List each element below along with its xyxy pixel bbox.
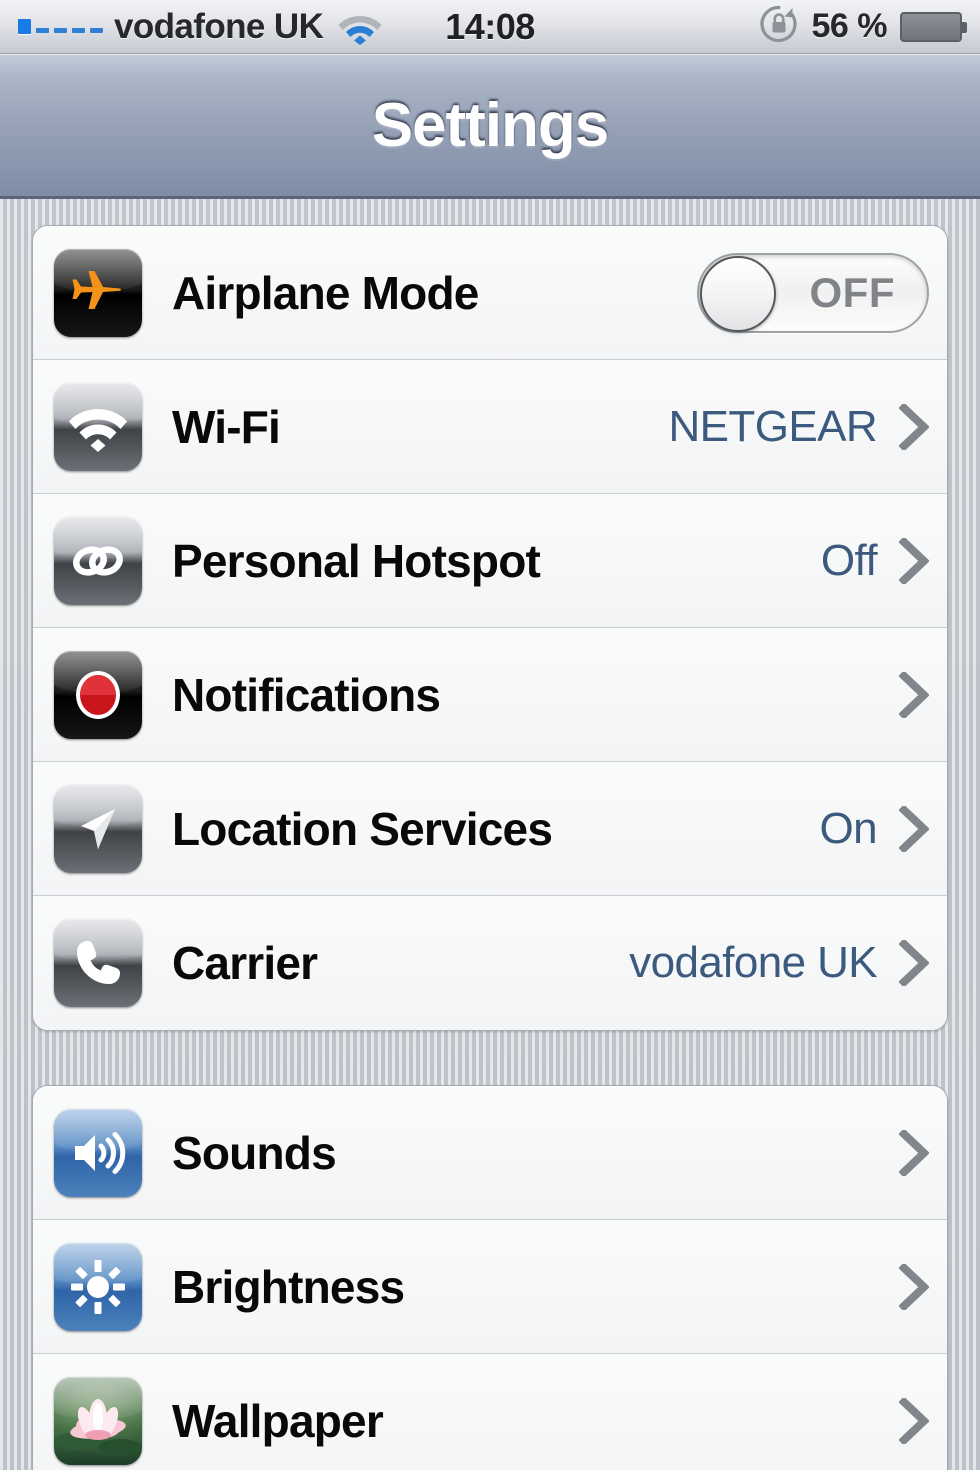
settings-row-wallpaper[interactable]: Wallpaper xyxy=(33,1354,947,1470)
display-group: Sounds Brightness Wallpaper xyxy=(32,1085,948,1470)
chevron-right-icon xyxy=(898,803,930,854)
iphone-settings-screen: vodafone UK 14:08 56 % Settings Airplane… xyxy=(0,0,980,1470)
settings-row-wifi[interactable]: Wi-Fi NETGEAR xyxy=(33,360,947,494)
connectivity-group: Airplane Mode OFF Wi-Fi NETGEAR Personal… xyxy=(32,225,948,1031)
status-bar-left: vodafone UK xyxy=(18,7,383,47)
signal-bars-icon xyxy=(18,19,103,34)
chevron-right-icon xyxy=(898,535,930,586)
settings-row-airplane-mode[interactable]: Airplane Mode OFF xyxy=(33,226,947,360)
settings-row-label: Carrier xyxy=(172,937,318,989)
settings-row-label: Sounds xyxy=(172,1126,337,1179)
settings-row-detail: vodafone UK xyxy=(629,938,877,987)
settings-row-detail: NETGEAR xyxy=(668,401,878,451)
settings-list: Airplane Mode OFF Wi-Fi NETGEAR Personal… xyxy=(0,199,980,1470)
phone-handset-icon xyxy=(54,919,142,1007)
settings-row-label: Personal Hotspot xyxy=(172,534,541,587)
rotation-lock-icon xyxy=(759,4,799,49)
status-bar-clock: 14:08 xyxy=(445,5,535,47)
settings-row-label: Brightness xyxy=(172,1260,405,1313)
chevron-right-icon xyxy=(898,1261,930,1312)
water-lily-photo-icon xyxy=(54,1377,142,1465)
battery-percent-label: 56 % xyxy=(811,7,888,45)
status-bar-right: 56 % xyxy=(759,4,967,49)
location-arrow-icon xyxy=(54,784,142,873)
chevron-right-icon xyxy=(898,1127,930,1178)
wifi-icon xyxy=(337,9,383,45)
battery-icon xyxy=(900,11,967,42)
settings-row-brightness[interactable]: Brightness xyxy=(33,1220,947,1354)
chevron-right-icon xyxy=(898,669,930,720)
settings-row-carrier[interactable]: Carrier vodafone UK xyxy=(33,896,947,1030)
navigation-bar: Settings xyxy=(0,54,980,199)
chevron-right-icon xyxy=(898,401,930,452)
sun-icon xyxy=(54,1242,142,1331)
settings-row-sounds[interactable]: Sounds xyxy=(33,1086,947,1220)
airplane-mode-toggle[interactable]: OFF xyxy=(697,252,929,333)
settings-row-label: Notifications xyxy=(172,668,441,721)
settings-row-notifications[interactable]: Notifications xyxy=(33,628,947,762)
toggle-knob[interactable] xyxy=(700,255,776,332)
red-dot-icon xyxy=(54,650,142,739)
page-title: Settings xyxy=(371,91,610,160)
status-bar-carrier: vodafone UK xyxy=(114,6,324,46)
speaker-icon xyxy=(54,1108,142,1197)
status-bar: vodafone UK 14:08 56 % xyxy=(0,0,980,54)
chevron-right-icon xyxy=(898,1396,930,1446)
settings-row-personal-hotspot[interactable]: Personal Hotspot Off xyxy=(33,494,947,628)
airplane-icon xyxy=(54,248,142,337)
settings-row-label: Wallpaper xyxy=(172,1395,384,1447)
settings-row-detail: Off xyxy=(820,535,878,585)
chevron-right-icon xyxy=(898,938,930,988)
toggle-state-label: OFF xyxy=(809,268,895,316)
settings-row-location-services[interactable]: Location Services On xyxy=(33,762,947,896)
wifi-icon xyxy=(54,382,142,471)
settings-row-detail: On xyxy=(819,803,878,853)
chain-link-icon xyxy=(54,516,142,605)
settings-row-label: Wi-Fi xyxy=(172,400,281,453)
settings-row-label: Location Services xyxy=(172,802,553,855)
settings-row-label: Airplane Mode xyxy=(172,266,479,319)
